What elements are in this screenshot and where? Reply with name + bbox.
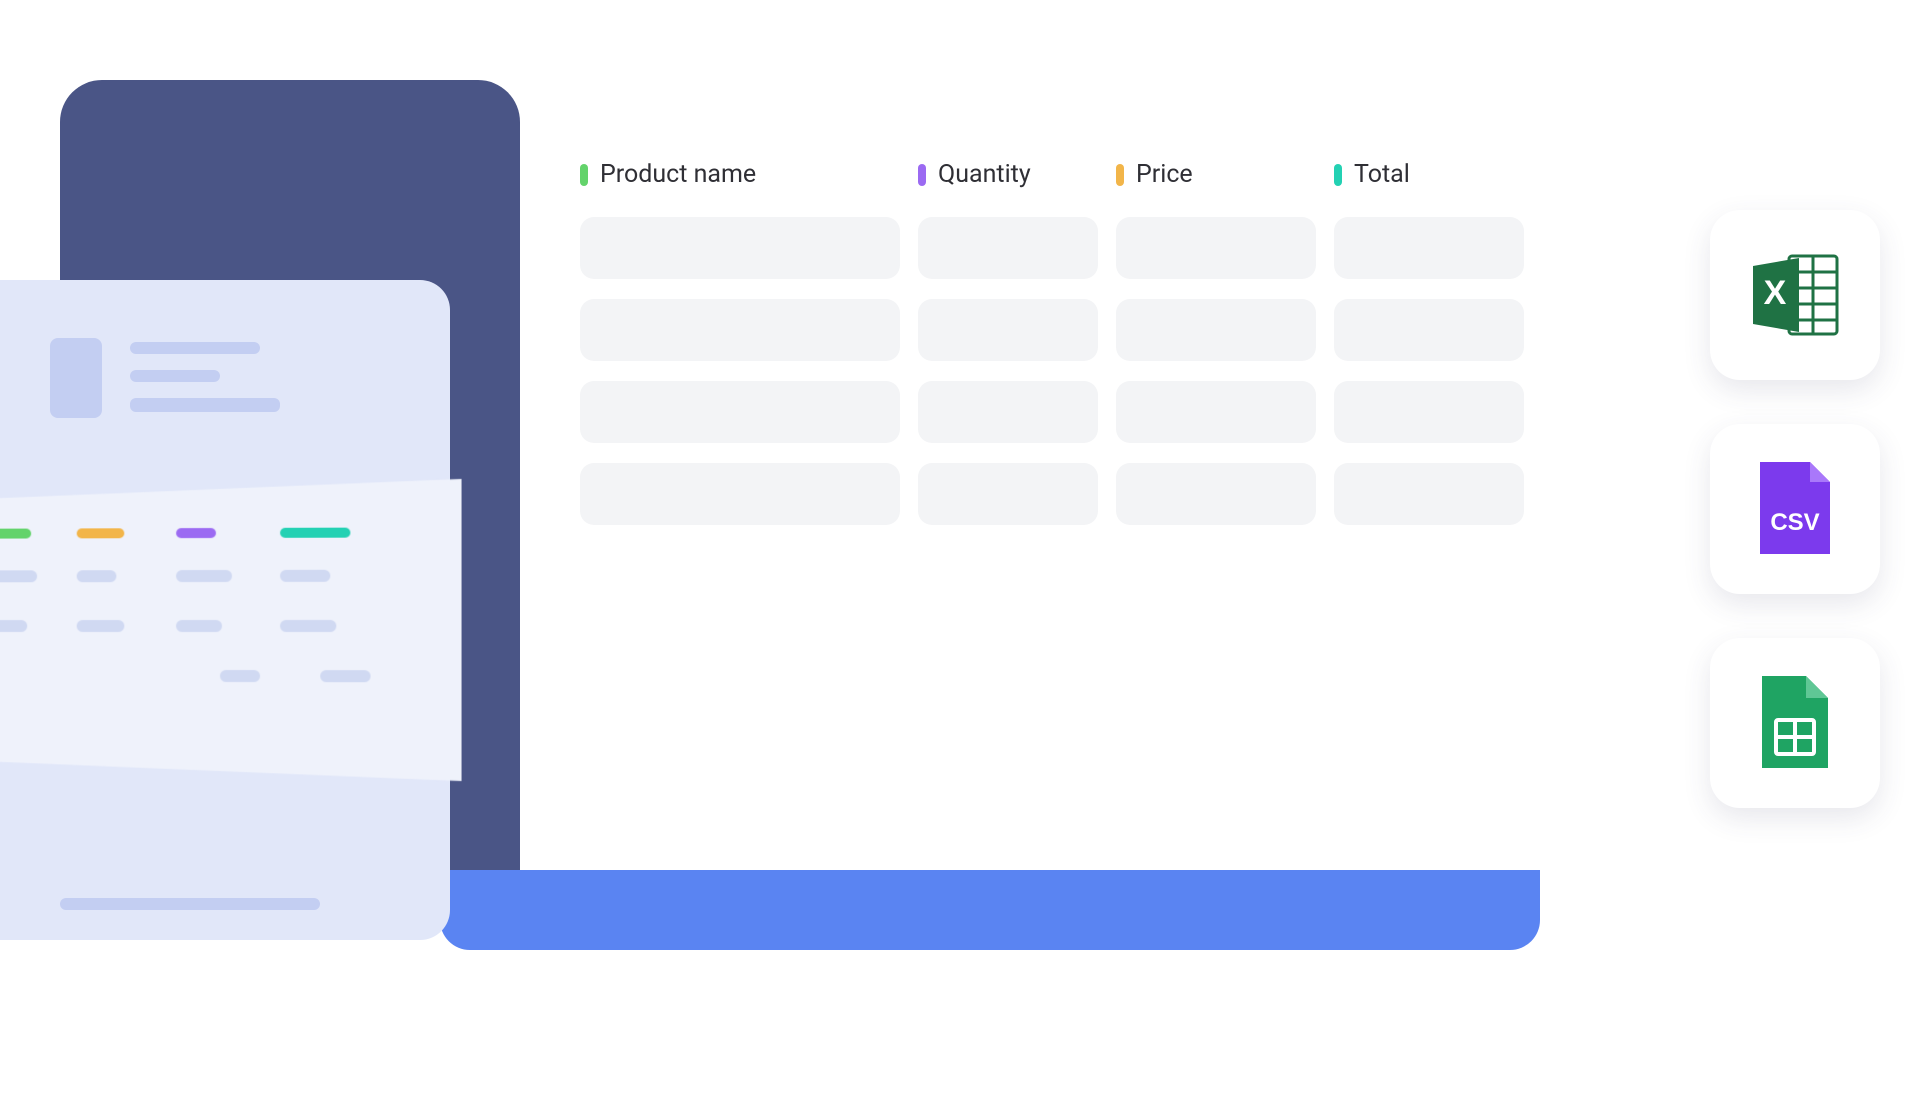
document-data-line xyxy=(176,620,222,632)
svg-text:X: X xyxy=(1764,274,1787,312)
indicator-icon xyxy=(1116,164,1124,186)
table-cell xyxy=(1334,217,1524,279)
source-document xyxy=(0,280,450,940)
document-data-line xyxy=(320,670,370,682)
export-sheets[interactable] xyxy=(1710,638,1880,808)
document-block xyxy=(50,338,102,418)
excel-icon: X xyxy=(1749,252,1841,338)
document-data-line xyxy=(280,570,330,582)
column-header-price: Price xyxy=(1116,160,1316,189)
table-cell xyxy=(580,463,900,525)
table-cell xyxy=(918,463,1098,525)
table-cell xyxy=(918,299,1098,361)
device-base-bar xyxy=(440,870,1540,950)
document-data-line xyxy=(0,620,27,632)
table-cell xyxy=(1334,299,1524,361)
document-data-line xyxy=(176,570,232,582)
column-indicator xyxy=(176,528,216,538)
document-data-line xyxy=(0,570,37,582)
data-table: Product name Quantity Price Total xyxy=(580,160,1510,525)
document-data-line xyxy=(280,620,336,632)
column-indicator xyxy=(280,528,350,538)
column-header-quantity: Quantity xyxy=(918,160,1098,189)
export-options: X CSV xyxy=(1710,210,1880,808)
table-cell xyxy=(1334,381,1524,443)
document-data-line xyxy=(77,620,125,632)
document-footer-line xyxy=(60,898,320,910)
document-line xyxy=(130,342,260,354)
csv-file-icon: CSV xyxy=(1756,460,1834,558)
column-indicator xyxy=(77,528,125,538)
column-header-product: Product name xyxy=(580,160,900,189)
extracted-data-panel: Product name Quantity Price Total xyxy=(520,80,1540,870)
indicator-icon xyxy=(918,164,926,186)
table-cell xyxy=(918,217,1098,279)
table-cell xyxy=(580,217,900,279)
table-cell xyxy=(918,381,1098,443)
table-cell xyxy=(1334,463,1524,525)
column-header-label: Total xyxy=(1354,160,1410,189)
table-cell xyxy=(1116,299,1316,361)
column-indicator xyxy=(0,529,31,539)
document-fold xyxy=(0,479,462,781)
column-header-label: Price xyxy=(1136,160,1193,189)
svg-text:CSV: CSV xyxy=(1770,509,1819,536)
table-cell xyxy=(1116,381,1316,443)
indicator-icon xyxy=(1334,164,1342,186)
table-cell xyxy=(1116,217,1316,279)
table-row xyxy=(580,217,1510,279)
indicator-icon xyxy=(580,164,588,186)
table-cell xyxy=(580,299,900,361)
document-line xyxy=(130,370,220,382)
export-csv[interactable]: CSV xyxy=(1710,424,1880,594)
table-cell xyxy=(580,381,900,443)
export-excel[interactable]: X xyxy=(1710,210,1880,380)
document-line xyxy=(130,398,280,412)
column-header-total: Total xyxy=(1334,160,1524,189)
column-header-label: Quantity xyxy=(938,160,1031,189)
table-row xyxy=(580,381,1510,443)
document-data-line xyxy=(77,570,117,582)
table-row xyxy=(580,299,1510,361)
table-row xyxy=(580,463,1510,525)
document-data-line xyxy=(220,670,260,682)
google-sheets-icon xyxy=(1758,674,1832,772)
table-header-row: Product name Quantity Price Total xyxy=(580,160,1510,189)
table-cell xyxy=(1116,463,1316,525)
column-header-label: Product name xyxy=(600,160,756,189)
